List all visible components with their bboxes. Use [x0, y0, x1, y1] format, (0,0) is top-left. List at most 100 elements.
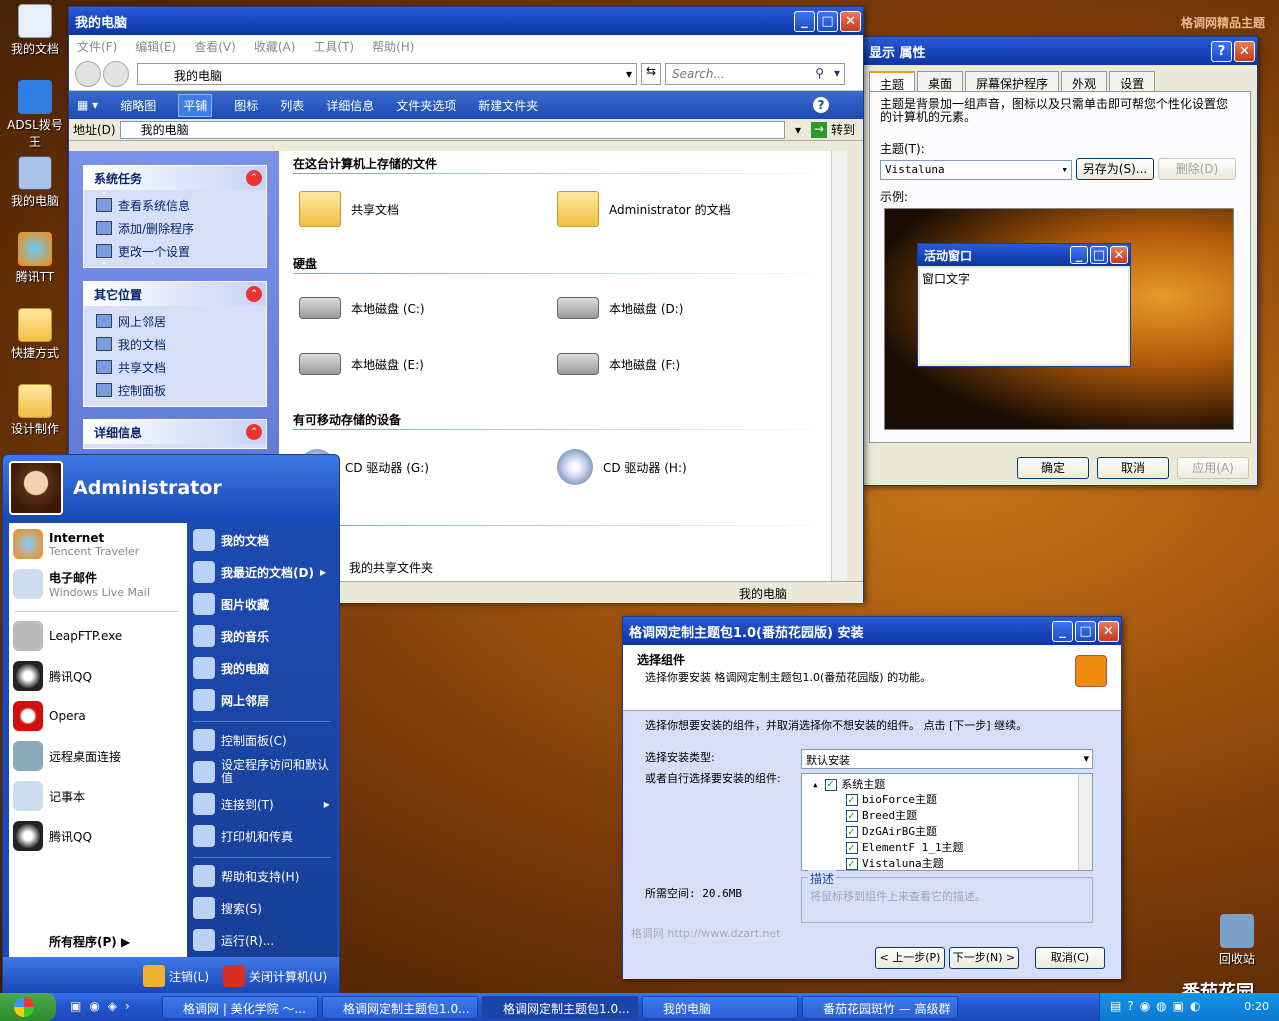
search-icon[interactable]: ⚲	[815, 66, 824, 80]
menu-my-computer[interactable]: 我的电脑	[193, 657, 269, 679]
maximize-button[interactable]: □	[1075, 620, 1096, 642]
close-button[interactable]: ✕	[1234, 40, 1255, 62]
shared-folder-item[interactable]: 我的共享文件夹	[349, 559, 433, 576]
desktop-icon-my-computer[interactable]: 我的电脑	[2, 156, 68, 209]
refresh-icon[interactable]: ⇆	[641, 62, 661, 85]
recent-opera[interactable]: Opera	[13, 701, 86, 731]
place-network[interactable]: 网上邻居	[84, 310, 266, 333]
menu-favorites[interactable]: 收藏(A)	[254, 38, 296, 55]
menu-run[interactable]: 运行(R)...	[193, 929, 274, 951]
task-button-3[interactable]: 格调网定制主题包1.0...	[482, 996, 638, 1019]
recent-remote-desktop[interactable]: 远程桌面连接	[13, 741, 121, 771]
cancel-button[interactable]: 取消	[1097, 457, 1169, 479]
clock[interactable]: 0:20	[1244, 1000, 1269, 1013]
forward-button[interactable]	[103, 60, 129, 87]
menu-search[interactable]: 搜索(S)	[193, 897, 262, 919]
menu-recent-documents[interactable]: 我最近的文档(D) ▸	[193, 561, 326, 583]
menu-pictures[interactable]: 图片收藏	[193, 593, 269, 615]
drive-c[interactable]: 本地磁盘 (C:)	[299, 297, 425, 319]
ok-button[interactable]: 确定	[1017, 457, 1089, 479]
menu-help[interactable]: 帮助和支持(H)	[193, 865, 299, 887]
all-programs[interactable]: 所有程序(P) ▶	[49, 933, 130, 950]
apply-button[interactable]: 应用(A)	[1177, 457, 1249, 479]
minimize-button[interactable]: _	[794, 10, 815, 32]
collapse-icon[interactable]: ⌃	[246, 286, 262, 302]
menu-music[interactable]: 我的音乐	[193, 625, 269, 647]
menu-program-access[interactable]: 设定程序访问和默认值	[193, 759, 329, 785]
menu-control-panel[interactable]: 控制面板(C)	[193, 729, 287, 751]
component-breed[interactable]: Breed主题	[846, 808, 1092, 824]
install-type-select[interactable]: 默认安装 ▾	[801, 749, 1093, 769]
drive-d[interactable]: 本地磁盘 (D:)	[557, 297, 683, 319]
menu-printers[interactable]: 打印机和传真	[193, 825, 293, 847]
minimize-button[interactable]: _	[1052, 620, 1073, 642]
task-button-5[interactable]: 番茄花园斑竹 — 高级群	[802, 996, 958, 1019]
drive-f[interactable]: 本地磁盘 (F:)	[557, 353, 680, 375]
search-input[interactable]: Search... ⚲ ▾	[665, 62, 845, 85]
collapse-icon[interactable]: ⌃	[246, 170, 262, 186]
drive-e[interactable]: 本地磁盘 (E:)	[299, 353, 424, 375]
desktop-icon-shortcut[interactable]: 快捷方式	[2, 308, 68, 361]
back-button[interactable]	[75, 60, 101, 87]
help-button[interactable]: ?	[1211, 40, 1232, 62]
tree-root[interactable]: ▴ 系统主题	[802, 774, 1092, 792]
folder-options-button[interactable]: 文件夹选项	[396, 97, 456, 114]
desktop-icon-adsl[interactable]: ADSL拨号王	[2, 80, 68, 150]
collapse-icon[interactable]: ⌃	[246, 424, 262, 440]
component-dzgairbg[interactable]: DzGAirBG主题	[846, 824, 1092, 840]
recent-qq[interactable]: 腾讯QQ	[13, 661, 92, 691]
views-icon[interactable]: ▦ ▾	[77, 98, 98, 112]
menu-edit[interactable]: 编辑(E)	[135, 38, 176, 55]
details-button[interactable]: 详细信息	[326, 97, 374, 114]
back-button[interactable]: < 上一步(P)	[875, 947, 945, 969]
close-button[interactable]: ✕	[1098, 620, 1119, 642]
task-button-4[interactable]: 我的电脑	[642, 996, 798, 1019]
place-shared-documents[interactable]: 共享文档	[84, 356, 266, 379]
task-add-remove-programs[interactable]: 添加/删除程序	[84, 217, 266, 240]
task-button-2[interactable]: 格调网定制主题包1.0...	[322, 996, 478, 1019]
list-button[interactable]: 列表	[280, 97, 304, 114]
recent-notepad[interactable]: 记事本	[13, 781, 85, 811]
folder-shared-documents[interactable]: 共享文档	[299, 191, 399, 227]
desktop-icon-recycle-bin[interactable]: 回收站	[1204, 914, 1270, 967]
folder-admin-documents[interactable]: Administrator 的文档	[557, 191, 731, 227]
component-vistaluna[interactable]: Vistaluna主题	[846, 856, 1092, 872]
help-icon[interactable]: ?	[813, 97, 829, 113]
cancel-button[interactable]: 取消(C)	[1035, 947, 1105, 969]
component-bioforce[interactable]: bioForce主题	[846, 792, 1092, 808]
address-input[interactable]: 我的电脑	[119, 120, 785, 139]
pinned-internet[interactable]: Internet Tencent Traveler	[13, 529, 139, 559]
drive-h[interactable]: CD 驱动器 (H:)	[557, 449, 687, 485]
start-button[interactable]	[0, 993, 56, 1021]
go-arrow-icon[interactable]: →	[810, 121, 827, 138]
task-button-1[interactable]: 格调网 | 美化学院 ～...	[162, 996, 318, 1019]
scrollbar[interactable]	[831, 151, 847, 581]
delete-button[interactable]: 删除(D)	[1158, 158, 1236, 180]
thumbnails-button[interactable]: 缩略图	[120, 97, 156, 114]
menu-connect-to[interactable]: 连接到(T) ▸	[193, 793, 330, 815]
menu-my-documents[interactable]: 我的文档	[193, 529, 269, 551]
task-view-system-info[interactable]: 查看系统信息	[84, 194, 266, 217]
menu-view[interactable]: 查看(V)	[194, 38, 236, 55]
menu-help[interactable]: 帮助(H)	[372, 38, 414, 55]
chevron-down-icon[interactable]: ▾	[834, 66, 840, 80]
shutdown-button[interactable]: 关闭计算机(U)	[223, 965, 327, 987]
desktop-icon-design[interactable]: 设计制作	[2, 384, 68, 437]
menu-network[interactable]: 网上邻居	[193, 689, 269, 711]
menu-tools[interactable]: 工具(T)	[313, 38, 354, 55]
maximize-button[interactable]: □	[817, 10, 838, 32]
theme-select[interactable]: Vistaluna ▾	[880, 160, 1072, 180]
place-my-documents[interactable]: 我的文档	[84, 333, 266, 356]
next-button[interactable]: 下一步(N) >	[949, 947, 1019, 969]
menu-file[interactable]: 文件(F)	[77, 38, 117, 55]
tray-icons[interactable]: ▤?◉◍▣◐	[1110, 999, 1206, 1013]
avatar[interactable]	[9, 461, 63, 515]
place-control-panel[interactable]: 控制面板	[84, 379, 266, 402]
breadcrumb[interactable]: 我的电脑 ▾	[137, 62, 637, 85]
close-button[interactable]: ✕	[840, 10, 861, 32]
recent-leapftp[interactable]: LeapFTP.exe	[13, 621, 122, 651]
task-change-setting[interactable]: 更改一个设置	[84, 240, 266, 263]
icons-button[interactable]: 图标	[234, 97, 258, 114]
recent-qq-2[interactable]: 腾讯QQ	[13, 821, 92, 851]
go-button[interactable]: 转到	[831, 121, 855, 138]
